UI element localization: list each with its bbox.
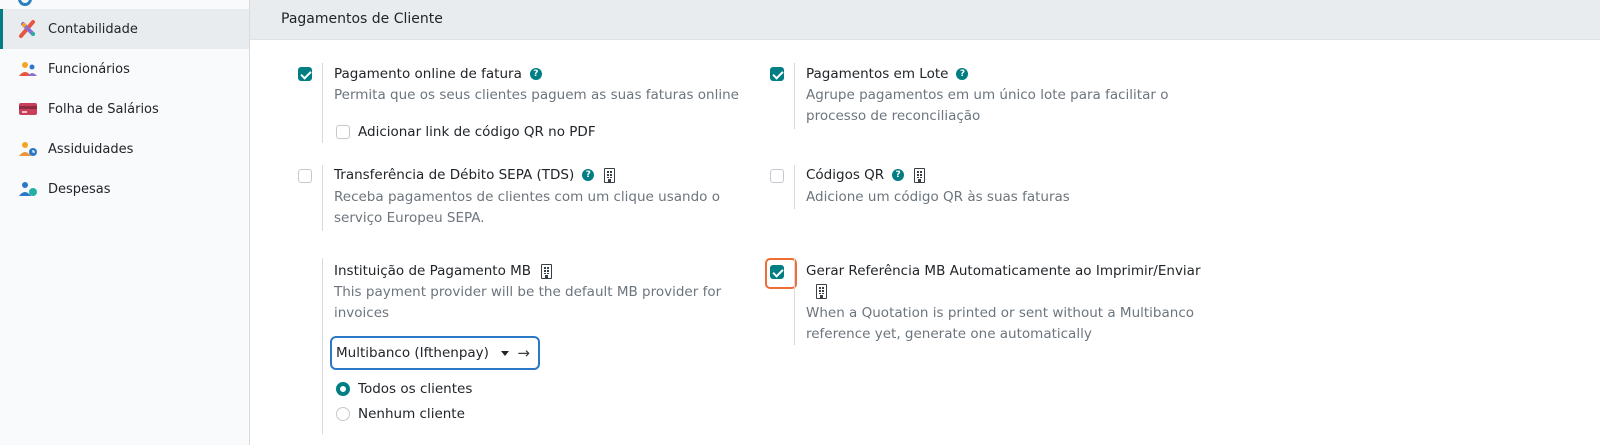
mb-institution-title: Instituição de Pagamento MB [334,263,553,279]
setting-title-text: Instituição de Pagamento MB [334,263,532,279]
sidebar-item-label: Funcionários [48,61,130,77]
radio-all-clients[interactable]: Todos os clientes [336,381,472,397]
setting-title-text: Gerar Referência MB Automaticamente ao I… [806,263,1201,279]
sidebar-item-assiduidades[interactable]: Assiduidades [0,129,249,169]
setting-divider [322,165,323,231]
desc-line: When a Quotation is printed or sent with… [806,305,1195,321]
batch-payments-desc: Agrupe pagamentos em um único lote para … [806,85,1168,127]
setting-title-text: Transferência de Débito SEPA (TDS) [334,167,575,183]
qr-link-label: Adicionar link de código QR no PDF [358,124,596,140]
setting-divider [794,165,795,209]
mb-provider-select[interactable]: Multibanco (Ifthenpay) → [330,336,540,370]
desc-line: Agrupe pagamentos em um único lote para … [806,87,1169,103]
online-payment-checkbox[interactable] [298,67,312,81]
sidebar-item-label: Contabilidade [48,21,138,37]
chevron-down-icon[interactable] [501,350,510,356]
sidebar-item-folha-de-salarios[interactable]: Folha de Salários [0,89,249,129]
app-icon-partial [18,0,32,6]
qr-codes-checkbox[interactable] [770,169,784,183]
mb-auto-ref-desc: When a Quotation is printed or sent with… [806,303,1194,345]
desc-line: This payment provider will be the defaul… [334,284,722,300]
radio-label: Nenhum cliente [358,406,465,422]
sidebar-item-contabilidade[interactable]: Contabilidade [0,9,249,49]
online-payment-desc: Permita que os seus clientes paguem as s… [334,87,739,103]
qr-link-checkbox[interactable] [336,125,350,139]
employees-icon [18,59,38,79]
mb-auto-ref-checkbox[interactable] [770,265,784,279]
help-icon[interactable]: ? [892,169,905,181]
radio-label: Todos os clientes [358,381,473,397]
desc-line: reference yet, generate one automaticall… [806,326,1092,342]
help-icon[interactable]: ? [529,68,542,80]
radio-no-clients[interactable]: Nenhum cliente [336,406,465,422]
attendance-icon [18,139,38,159]
batch-payments-checkbox[interactable] [770,67,784,81]
sepa-title: Transferência de Débito SEPA (TDS) ? [334,167,616,183]
building-icon [914,167,926,183]
section-header: Pagamentos de Cliente [250,0,1600,40]
payroll-icon [18,99,38,119]
section-title: Pagamentos de Cliente [281,11,443,27]
help-icon[interactable]: ? [956,68,969,80]
building-icon [541,263,553,279]
accounting-icon [18,19,38,39]
desc-line: serviço Europeu SEPA. [334,210,485,226]
setting-title-text: Códigos QR [806,167,885,183]
qr-link-option[interactable]: Adicionar link de código QR no PDF [336,124,596,140]
help-icon[interactable]: ? [582,169,595,181]
sidebar-item-despesas[interactable]: Despesas [0,169,249,209]
mb-auto-ref-title: Gerar Referência MB Automaticamente ao I… [806,263,1201,279]
batch-payments-title: Pagamentos em Lote ? [806,66,969,82]
setting-divider [794,258,795,345]
settings-sidebar: Contabilidade Funcionários Folha de Salá… [0,0,250,445]
desc-line: Receba pagamentos de clientes com um cli… [334,189,720,205]
building-icon [816,284,827,299]
setting-divider [322,63,323,143]
setting-divider [794,63,795,129]
sidebar-item-label: Folha de Salários [48,101,159,117]
radio-button[interactable] [336,407,350,421]
settings-page: Contabilidade Funcionários Folha de Salá… [0,0,1600,445]
sepa-checkbox[interactable] [298,169,312,183]
radio-button[interactable] [336,382,350,396]
desc-line: invoices [334,305,390,321]
sidebar-item-funcionarios[interactable]: Funcionários [0,49,249,89]
mb-provider-value[interactable]: Multibanco (Ifthenpay) [336,345,501,361]
qr-codes-desc: Adicione um código QR às suas faturas [806,189,1070,205]
desc-line: processo de reconciliação [806,108,981,124]
online-payment-title: Pagamento online de fatura ? [334,66,542,82]
sidebar-item-label: Assiduidades [48,141,134,157]
internal-link-arrow-icon[interactable]: → [517,345,530,361]
sepa-desc: Receba pagamentos de clientes com um cli… [334,187,720,229]
sidebar-item-label: Despesas [48,181,111,197]
mb-institution-desc: This payment provider will be the defaul… [334,282,721,324]
setting-title-text: Pagamento online de fatura [334,66,522,82]
setting-title-text: Pagamentos em Lote [806,66,949,82]
building-icon [604,167,616,183]
setting-divider [322,258,323,434]
expenses-icon [18,179,38,199]
qr-codes-title: Códigos QR ? [806,167,926,183]
